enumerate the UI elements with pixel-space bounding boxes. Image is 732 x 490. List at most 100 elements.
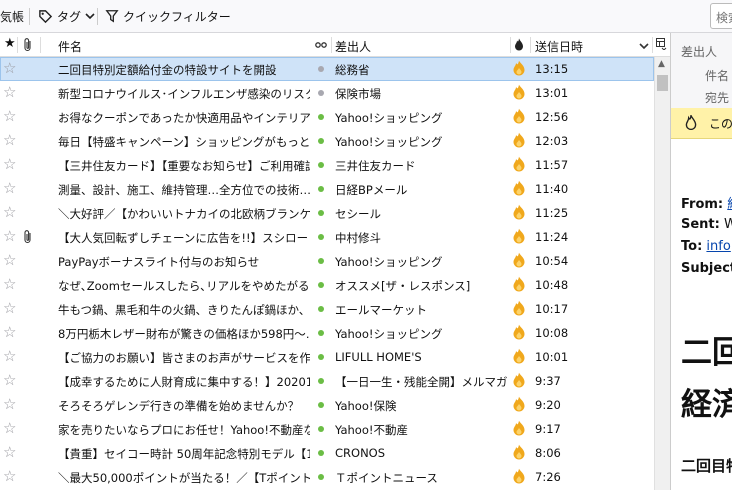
message-subject[interactable]: 毎日【特盛キャンペーン】ショッピングがもっとおトクに！ — [58, 134, 310, 150]
search-input[interactable]: 検索 — [710, 3, 732, 29]
read-status-dot[interactable] — [318, 450, 324, 456]
scrollbar[interactable]: ▲ — [654, 57, 670, 490]
message-subject[interactable]: 家を売りたいならプロにお任せ！Yahoo!不動産な… — [58, 422, 310, 438]
quick-filter-button[interactable]: クイックフィルター — [105, 5, 231, 27]
star-icon[interactable]: ☆ — [3, 59, 16, 77]
star-icon[interactable]: ☆ — [3, 371, 16, 389]
read-status-dot[interactable] — [318, 234, 324, 240]
message-subject[interactable]: ＼最大50,000ポイントが当たる！／【Tポイント投… — [58, 470, 310, 486]
column-thread-icon[interactable] — [315, 41, 327, 49]
junk-status-flame-icon[interactable] — [512, 300, 526, 316]
message-subject[interactable]: 【大人気回転ずしチェーンに広告を!!】スシロー デジ… — [58, 230, 310, 246]
column-attachment-icon[interactable] — [23, 37, 33, 52]
message-subject[interactable]: 8万円栃木レザー財布が驚きの価格ほか598円～… — [58, 326, 310, 342]
star-icon[interactable]: ☆ — [3, 347, 16, 365]
read-status-dot[interactable] — [318, 210, 324, 216]
star-icon[interactable]: ☆ — [3, 83, 16, 101]
read-status-dot[interactable] — [318, 138, 324, 144]
junk-status-flame-icon[interactable] — [512, 348, 526, 364]
junk-status-flame-icon[interactable] — [512, 132, 526, 148]
read-status-dot[interactable] — [318, 186, 324, 192]
message-subject[interactable]: 【三井住友カード】【重要なお知らせ】ご利用確認の… — [58, 158, 310, 174]
column-date[interactable]: 送信日時 — [535, 38, 583, 55]
column-picker-icon[interactable] — [656, 38, 667, 50]
star-icon[interactable]: ☆ — [3, 299, 16, 317]
read-status-dot[interactable] — [318, 402, 324, 408]
message-subject[interactable]: 新型コロナウイルス･インフルエンザ感染のリスク！自… — [58, 86, 310, 102]
message-row[interactable]: ☆ PayPayボーナスライト付与のお知らせ Yahoo!ショッピング 10:54 — [0, 249, 654, 273]
message-row[interactable]: ☆ 【三井住友カード】【重要なお知らせ】ご利用確認の… 三井住友カード 11:57 — [0, 153, 654, 177]
column-sender[interactable]: 差出人 — [335, 38, 371, 55]
junk-status-flame-icon[interactable] — [512, 420, 526, 436]
message-subject[interactable]: 【貴重】セイコー時計 50周年記念特別モデル【1円… — [58, 446, 310, 462]
read-status-dot[interactable] — [318, 66, 324, 72]
column-star-icon[interactable]: ★ — [4, 36, 16, 51]
read-status-dot[interactable] — [318, 330, 324, 336]
message-row[interactable]: ☆ そろそろゲレンデ行きの準備を始めませんか？ Yahoo!保険 9:20 — [0, 393, 654, 417]
junk-status-flame-icon[interactable] — [512, 228, 526, 244]
toolbar-left-fragment[interactable]: 気帳 — [0, 8, 24, 25]
message-subject[interactable]: 二回目特別定額給付金の特設サイトを開設 — [58, 62, 310, 78]
star-icon[interactable]: ☆ — [3, 107, 16, 125]
message-row[interactable]: ☆ お得なクーポンであったか快適用品やインテリアをチ… Yahoo!ショッピング 12… — [0, 105, 654, 129]
junk-status-flame-icon[interactable] — [512, 252, 526, 268]
read-status-dot[interactable] — [318, 114, 324, 120]
message-subject[interactable]: 牛もつ鍋、黒毛和牛の火鍋、きりたんぽ鍋ほか、わ… — [58, 302, 310, 318]
star-icon[interactable]: ☆ — [3, 131, 16, 149]
message-subject[interactable]: PayPayボーナスライト付与のお知らせ — [58, 254, 310, 270]
tag-button[interactable]: タグ — [38, 5, 95, 27]
junk-status-flame-icon[interactable] — [512, 444, 526, 460]
message-subject[interactable]: そろそろゲレンデ行きの準備を始めませんか？ — [58, 398, 310, 414]
read-status-dot[interactable] — [318, 90, 324, 96]
read-status-dot[interactable] — [318, 258, 324, 264]
body-to-link[interactable]: info — [706, 239, 730, 254]
junk-status-flame-icon[interactable] — [512, 468, 526, 484]
star-icon[interactable]: ☆ — [3, 251, 16, 269]
message-row[interactable]: ☆ 新型コロナウイルス･インフルエンザ感染のリスク！自… 保険市場 13:01 — [0, 81, 654, 105]
read-status-dot[interactable] — [318, 282, 324, 288]
scroll-up-icon[interactable]: ▲ — [658, 59, 665, 69]
star-icon[interactable]: ☆ — [3, 395, 16, 413]
message-row[interactable]: ☆ 家を売りたいならプロにお任せ！Yahoo!不動産な… Yahoo!不動産 9:17 — [0, 417, 654, 441]
star-icon[interactable]: ☆ — [3, 155, 16, 173]
message-row[interactable]: ☆ 二回目特別定額給付金の特設サイトを開設 総務省 13:15 — [0, 57, 654, 81]
message-subject[interactable]: お得なクーポンであったか快適用品やインテリアをチ… — [58, 110, 310, 126]
junk-status-flame-icon[interactable] — [512, 156, 526, 172]
column-junk-icon[interactable] — [514, 38, 524, 51]
message-row[interactable]: ☆ ＼最大50,000ポイントが当たる！／【Tポイント投… Ｔポイントニュース 7:2… — [0, 465, 654, 489]
junk-status-flame-icon[interactable] — [512, 324, 526, 340]
message-row[interactable]: ☆ なぜ､Zoomセールスしたら､リアルをやめたがる? オススメ[ザ・レスポンス] 1… — [0, 273, 654, 297]
message-subject[interactable]: 【ご協力のお願い】皆さまのお声がサービスを作ります — [58, 350, 310, 366]
scrollbar-thumb[interactable] — [657, 75, 668, 91]
message-subject[interactable]: ＼大好評／【かわいいトナカイの北欧柄ブランケット… — [58, 206, 310, 222]
read-status-dot[interactable] — [318, 474, 324, 480]
junk-status-flame-icon[interactable] — [512, 180, 526, 196]
message-row[interactable]: ☆ ＼大好評／【かわいいトナカイの北欧柄ブランケット… セシール 11:25 — [0, 201, 654, 225]
read-status-dot[interactable] — [318, 306, 324, 312]
junk-status-flame-icon[interactable] — [512, 372, 526, 388]
column-subject[interactable]: 件名 — [58, 38, 82, 55]
junk-status-flame-icon[interactable] — [512, 396, 526, 412]
message-row[interactable]: ☆ 牛もつ鍋、黒毛和牛の火鍋、きりたんぽ鍋ほか、わ… エールマーケット 10:17 — [0, 297, 654, 321]
star-icon[interactable]: ☆ — [3, 275, 16, 293]
message-row[interactable]: ☆ 測量、設計、施工、維持管理…全方位での技術… 日経BPメール 11:40 — [0, 177, 654, 201]
message-row[interactable]: ☆ 【成幸するために人財育成に集中する！】2020121… 【一日一生・残能全開】メ… — [0, 369, 654, 393]
junk-status-flame-icon[interactable] — [512, 204, 526, 220]
junk-status-flame-icon[interactable] — [512, 108, 526, 124]
read-status-dot[interactable] — [318, 426, 324, 432]
message-subject[interactable]: 【成幸するために人財育成に集中する！】2020121… — [58, 374, 310, 390]
star-icon[interactable]: ☆ — [3, 323, 16, 341]
read-status-dot[interactable] — [318, 354, 324, 360]
junk-status-flame-icon[interactable] — [512, 276, 526, 292]
message-subject[interactable]: 測量、設計、施工、維持管理…全方位での技術… — [58, 182, 310, 198]
message-row[interactable]: ☆ 8万円栃木レザー財布が驚きの価格ほか598円～… Yahoo!ショッピング 10:… — [0, 321, 654, 345]
read-status-dot[interactable] — [318, 378, 324, 384]
read-status-dot[interactable] — [318, 162, 324, 168]
star-icon[interactable]: ☆ — [3, 227, 16, 245]
star-icon[interactable]: ☆ — [3, 203, 16, 221]
star-icon[interactable]: ☆ — [3, 179, 16, 197]
message-subject[interactable]: なぜ､Zoomセールスしたら､リアルをやめたがる? — [58, 278, 310, 294]
junk-status-flame-icon[interactable] — [512, 84, 526, 100]
sort-chevron-down-icon[interactable] — [639, 42, 649, 50]
message-row[interactable]: ☆ 【貴重】セイコー時計 50周年記念特別モデル【1円… CRONOS 8:06 — [0, 441, 654, 465]
